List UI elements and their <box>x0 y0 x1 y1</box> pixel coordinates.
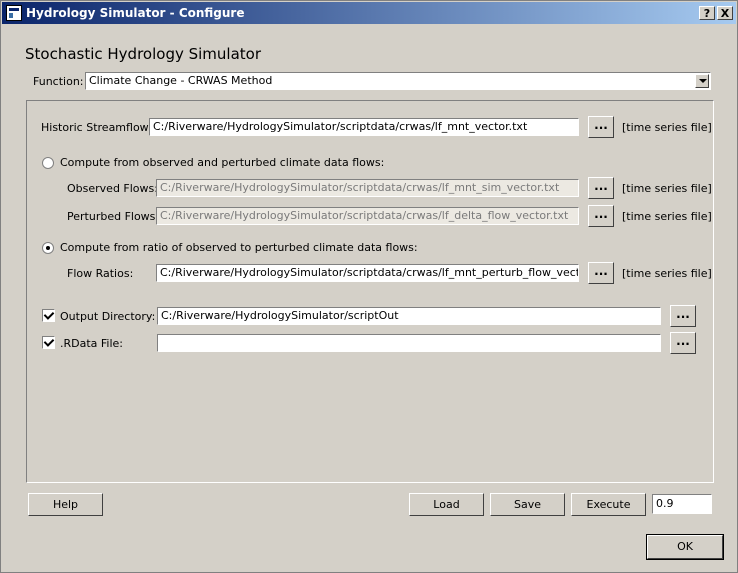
rdata-file-label: .RData File: <box>60 337 124 350</box>
perturbed-type-label: [time series file] <box>622 210 712 223</box>
rdata-file-field[interactable] <box>157 334 661 352</box>
help-title-button[interactable]: ? <box>699 6 715 20</box>
flow-ratios-field[interactable]: C:/Riverware/HydrologySimulator/scriptda… <box>156 264 579 282</box>
rdata-browse-button[interactable]: ... <box>670 332 696 354</box>
output-directory-label: Output Directory: <box>60 310 156 323</box>
chevron-down-icon[interactable] <box>695 74 709 88</box>
configure-window: Hydrology Simulator - Configure ? X Stoc… <box>0 0 738 573</box>
observed-perturbed-radio[interactable] <box>42 157 54 169</box>
save-button[interactable]: Save <box>490 493 565 516</box>
close-button[interactable]: X <box>717 6 733 20</box>
historic-streamflows-label: Historic Streamflows: <box>41 121 159 134</box>
observed-perturbed-option-label: Compute from observed and perturbed clim… <box>60 156 385 169</box>
observed-type-label: [time series file] <box>622 182 712 195</box>
rdata-file-checkbox[interactable] <box>42 336 55 349</box>
function-label: Function: <box>33 75 84 88</box>
output-directory-browse-button[interactable]: ... <box>670 305 696 327</box>
help-button[interactable]: Help <box>28 493 103 516</box>
window-title: Hydrology Simulator - Configure <box>26 6 245 20</box>
output-directory-checkbox[interactable] <box>42 309 55 322</box>
flow-ratios-label: Flow Ratios: <box>67 267 134 280</box>
perturbed-flows-label: Perturbed Flows: <box>67 210 160 223</box>
ok-button[interactable]: OK <box>646 534 724 560</box>
page-title: Stochastic Hydrology Simulator <box>25 45 262 63</box>
function-selected-value: Climate Change - CRWAS Method <box>89 74 273 87</box>
app-icon <box>6 5 22 21</box>
function-select[interactable]: Climate Change - CRWAS Method <box>85 72 711 90</box>
flow-ratios-browse-button[interactable]: ... <box>588 262 614 284</box>
output-directory-field[interactable]: C:/Riverware/HydrologySimulator/scriptOu… <box>157 307 661 325</box>
flow-ratio-option-label: Compute from ratio of observed to pertur… <box>60 241 418 254</box>
flow-ratios-type-label: [time series file] <box>622 267 712 280</box>
perturbed-flows-field[interactable]: C:/Riverware/HydrologySimulator/scriptda… <box>156 207 579 225</box>
perturbed-browse-button[interactable]: ... <box>588 205 614 227</box>
load-button[interactable]: Load <box>409 493 484 516</box>
flow-ratio-radio[interactable] <box>42 242 54 254</box>
historic-type-label: [time series file] <box>622 121 712 134</box>
historic-browse-button[interactable]: ... <box>588 116 614 138</box>
observed-flows-label: Observed Flows: <box>67 182 158 195</box>
historic-streamflows-field[interactable]: C:/Riverware/HydrologySimulator/scriptda… <box>149 118 579 136</box>
observed-browse-button[interactable]: ... <box>588 177 614 199</box>
execute-button[interactable]: Execute <box>571 493 646 516</box>
execute-value-field[interactable]: 0.9 <box>652 494 712 514</box>
observed-flows-field[interactable]: C:/Riverware/HydrologySimulator/scriptda… <box>156 179 579 197</box>
title-bar: Hydrology Simulator - Configure ? X <box>2 2 736 24</box>
